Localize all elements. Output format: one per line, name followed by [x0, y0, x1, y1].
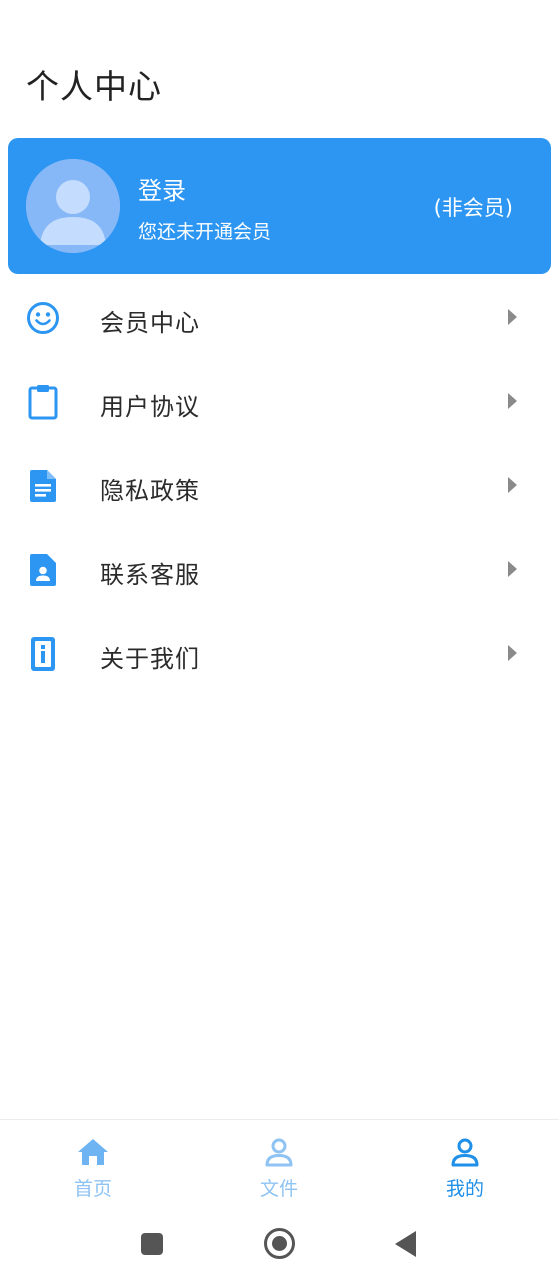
menu-item-user-agreement[interactable]: 用户协议	[0, 360, 559, 444]
tab-files[interactable]: 文件	[219, 1136, 339, 1202]
info-icon	[26, 636, 60, 672]
menu-item-label: 用户协议	[100, 393, 200, 421]
profile-page: 个人中心 登录 您还未开通会员 (非会员) 会员中心 用户协议 隐私政策 联系客…	[0, 0, 559, 1280]
page-title: 个人中心	[26, 67, 162, 106]
menu-item-about-us[interactable]: 关于我们	[0, 612, 559, 696]
tab-mine[interactable]: 我的	[405, 1136, 525, 1202]
clipboard-icon	[26, 384, 60, 420]
contact-card-icon	[26, 552, 60, 588]
tab-label: 我的	[445, 1178, 484, 1200]
document-icon	[26, 468, 60, 504]
membership-status: 您还未开通会员	[138, 221, 272, 243]
chevron-right-icon	[508, 393, 517, 409]
menu-item-label: 关于我们	[100, 645, 200, 673]
home-icon	[78, 1139, 108, 1165]
menu-item-label: 联系客服	[100, 561, 200, 589]
chevron-right-icon	[508, 561, 517, 577]
bottom-nav: 首页 文件 我的	[0, 1119, 559, 1205]
person-icon	[265, 1138, 293, 1167]
tab-label: 首页	[73, 1178, 112, 1200]
member-badge: (非会员)	[433, 196, 513, 220]
menu-item-member-center[interactable]: 会员中心	[0, 276, 559, 360]
chevron-right-icon	[508, 309, 517, 325]
menu-item-label: 隐私政策	[100, 477, 200, 505]
tab-label: 文件	[259, 1178, 298, 1200]
menu-item-label: 会员中心	[100, 309, 200, 337]
chevron-right-icon	[508, 477, 517, 493]
menu-list: 会员中心 用户协议 隐私政策 联系客服 关于我们	[0, 276, 559, 696]
chevron-right-icon	[508, 645, 517, 661]
recent-apps-icon[interactable]	[141, 1233, 163, 1255]
back-icon[interactable]	[395, 1231, 416, 1257]
system-navigation-bar	[0, 1205, 559, 1280]
avatar[interactable]	[26, 159, 120, 253]
person-icon	[451, 1138, 479, 1167]
login-label[interactable]: 登录	[138, 171, 186, 206]
menu-item-customer-service[interactable]: 联系客服	[0, 528, 559, 612]
smiley-icon	[26, 300, 60, 336]
menu-item-privacy-policy[interactable]: 隐私政策	[0, 444, 559, 528]
home-button-icon[interactable]	[264, 1228, 295, 1259]
profile-card[interactable]: 登录 您还未开通会员 (非会员)	[8, 138, 551, 274]
tab-home[interactable]: 首页	[33, 1136, 153, 1202]
default-avatar-icon	[26, 159, 120, 253]
